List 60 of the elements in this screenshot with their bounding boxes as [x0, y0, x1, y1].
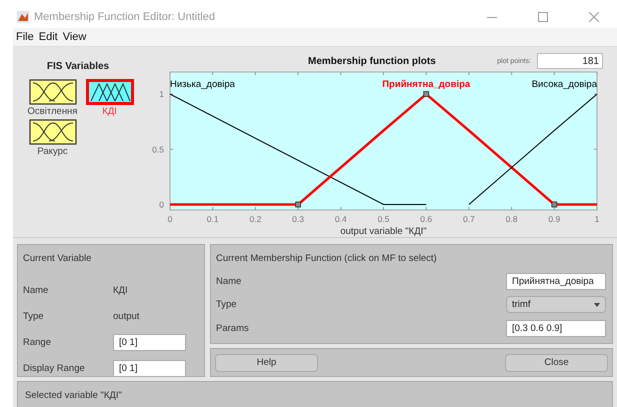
tick-label: 0.7 [462, 214, 475, 224]
vertex-handle[interactable] [295, 202, 301, 208]
status-text: Selected variable "КДІ" [25, 390, 122, 401]
panel-title: Current Variable [23, 253, 92, 264]
input-field[interactable]: Прийнятна_довіра [506, 273, 606, 290]
panel-title: Current Membership Function (click on MF to select) [216, 253, 437, 264]
menu-item[interactable]: File [16, 31, 34, 43]
field-label: Name [23, 284, 50, 296]
axis-label: output variable "КДІ" [340, 226, 427, 237]
tick-label: 0.4 [334, 214, 347, 224]
input-field[interactable]: [0.3 0.6 0.9] [506, 320, 606, 337]
variable-label: КДІ [102, 106, 117, 117]
dialog-button[interactable]: Help [215, 354, 318, 372]
variable-block[interactable] [28, 79, 76, 105]
tick-label: 0.9 [548, 214, 560, 224]
input-field[interactable]: [0 1] [113, 334, 186, 350]
tick-label: 0.3 [292, 214, 304, 224]
field-value: output [113, 310, 140, 322]
dialog-button[interactable]: Close [505, 354, 608, 372]
vertex-handle[interactable] [551, 202, 558, 208]
tick-label: 1 [594, 214, 600, 224]
plot-points-field[interactable]: 181 [537, 53, 603, 69]
variable-block[interactable] [86, 79, 134, 105]
tick-label: 0 [168, 214, 172, 224]
field-label: Type [216, 299, 237, 310]
tick-label: 0.8 [506, 214, 518, 224]
close-icon[interactable] [589, 12, 599, 22]
menu-item[interactable]: View [62, 31, 86, 43]
field-label: Name [216, 276, 242, 287]
variable-label: Ракурс [37, 146, 68, 157]
right-membership-line[interactable] [468, 94, 598, 205]
left-membership-line[interactable] [170, 94, 427, 205]
maximize-icon[interactable] [538, 12, 548, 22]
tick-label: 1 [159, 89, 164, 100]
membership-label[interactable]: Прийнятна_довіра [382, 79, 470, 90]
middle-membership-line[interactable] [170, 92, 597, 206]
variable-block[interactable] [28, 119, 76, 145]
tick-label: 0.2 [249, 214, 262, 224]
field-value: КДІ [113, 284, 129, 296]
tick-label: 0.5 [152, 144, 164, 154]
variable-label: Освітлення [28, 106, 78, 117]
membership-label[interactable]: Низька_довіра [170, 79, 235, 90]
vertex-handle[interactable] [423, 91, 430, 97]
tick-label: 0.6 [420, 214, 432, 224]
app-icon [17, 11, 29, 23]
field-label: Display Range [23, 362, 86, 374]
field-label: Range [23, 336, 52, 348]
field-label: Params [216, 323, 249, 334]
plot-title: Membership function plots [308, 56, 436, 66]
input-field[interactable]: [0 1] [113, 360, 186, 376]
tick-label: 0.5 [378, 214, 390, 224]
field-label: Type [23, 310, 45, 322]
tick-label: 0.1 [206, 214, 219, 224]
window-title: Membership Function Editor: Untitled [34, 11, 216, 23]
type-dropdown[interactable]: trimf [506, 296, 606, 313]
panel-title: FIS Variables [46, 61, 110, 72]
menu-item[interactable]: Edit [38, 31, 58, 43]
tick-label: 0 [159, 199, 164, 210]
membership-label[interactable]: Висока_довіра [532, 79, 597, 90]
caret-icon [594, 302, 600, 306]
